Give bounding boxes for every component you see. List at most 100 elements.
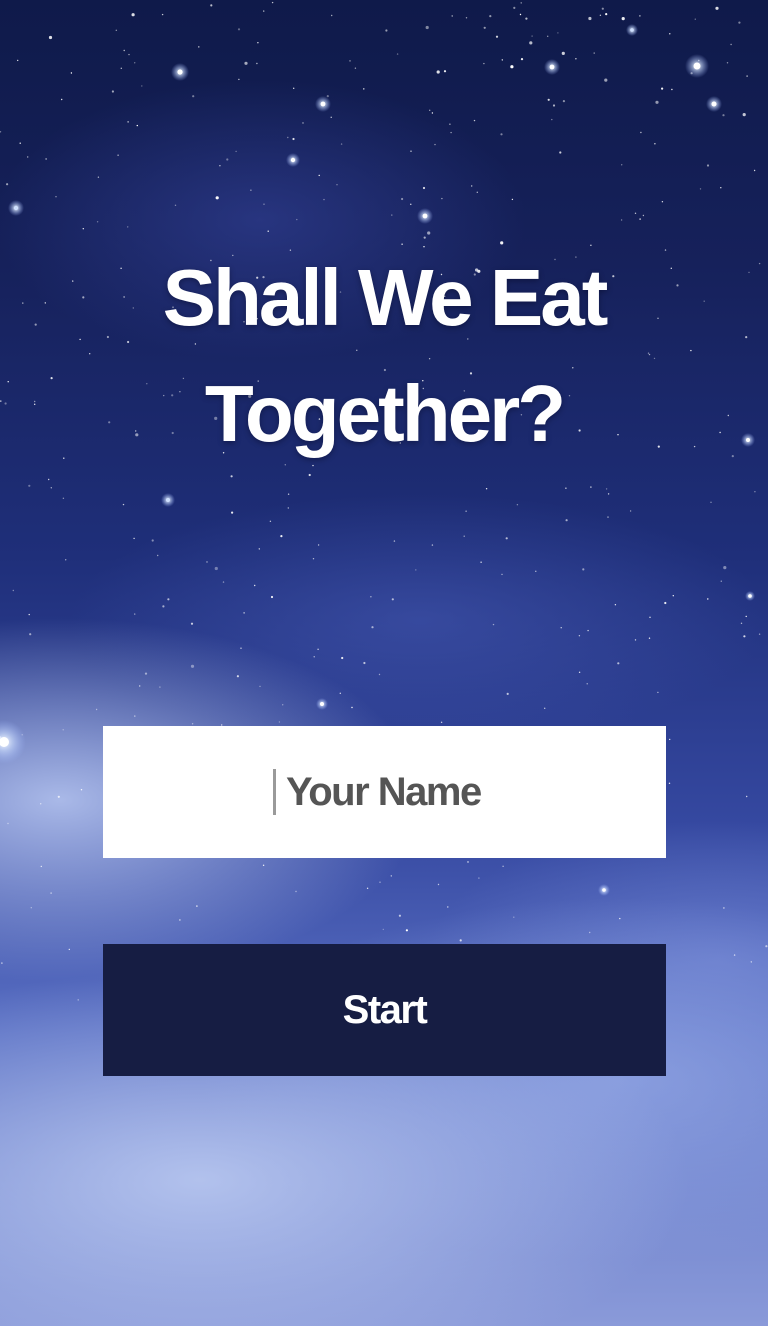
star (292, 137, 295, 141)
star (441, 197, 443, 200)
star (302, 122, 304, 124)
star (434, 143, 436, 146)
star (710, 501, 712, 503)
star (605, 13, 608, 16)
title-line-2: Together? (204, 369, 566, 458)
star (639, 218, 641, 220)
star (55, 196, 57, 198)
star (440, 721, 443, 723)
star (758, 633, 761, 635)
star (134, 613, 136, 615)
star (621, 164, 623, 166)
star (128, 53, 130, 56)
star (57, 795, 60, 798)
star (639, 15, 641, 17)
star (765, 945, 768, 948)
star (707, 598, 709, 600)
star (287, 507, 289, 509)
star (27, 156, 29, 158)
star (634, 212, 637, 214)
star (559, 151, 562, 154)
star (68, 948, 71, 951)
star (379, 881, 381, 883)
page-title: Shall We Eat Together? (0, 240, 768, 472)
star (431, 544, 434, 546)
star (238, 78, 240, 81)
star (29, 633, 32, 636)
text-cursor (273, 769, 276, 815)
star (742, 113, 746, 117)
star (669, 33, 671, 35)
star (271, 1, 274, 4)
star (588, 16, 592, 21)
star (473, 119, 476, 122)
star (226, 158, 229, 161)
star (398, 914, 401, 917)
star (513, 6, 516, 9)
star (390, 875, 392, 877)
star (661, 201, 664, 203)
star (159, 686, 161, 688)
star (65, 559, 67, 561)
star (485, 488, 488, 490)
star (161, 13, 164, 16)
star (263, 203, 265, 205)
star (483, 62, 485, 65)
name-field[interactable] (103, 726, 666, 858)
star (396, 53, 399, 55)
star (40, 803, 42, 805)
star (562, 100, 566, 103)
star (463, 535, 465, 537)
star (17, 59, 19, 62)
star (139, 685, 141, 687)
star (501, 59, 503, 61)
star (385, 29, 388, 32)
star (519, 13, 522, 16)
star (599, 14, 602, 16)
star (513, 916, 515, 918)
star (371, 626, 374, 629)
star (607, 516, 609, 518)
star (607, 493, 610, 495)
star (295, 890, 297, 893)
star (715, 6, 719, 10)
star (429, 109, 431, 112)
star (134, 62, 136, 64)
star (451, 15, 453, 17)
star (134, 715, 136, 717)
star (330, 116, 332, 119)
star (317, 648, 319, 650)
star (174, 204, 177, 206)
star (287, 136, 289, 139)
star (12, 589, 14, 592)
star (450, 131, 452, 134)
star (97, 176, 100, 178)
star (48, 35, 53, 40)
star (378, 673, 381, 676)
star (745, 615, 747, 618)
star (654, 143, 656, 145)
star (1, 962, 3, 964)
star (45, 158, 47, 160)
star (447, 906, 449, 908)
star (467, 861, 469, 863)
star (391, 214, 393, 216)
star (465, 17, 468, 19)
star (256, 62, 258, 65)
star (480, 561, 482, 563)
star (510, 65, 514, 69)
star (363, 88, 365, 90)
star (495, 35, 499, 38)
star (699, 188, 702, 190)
start-button[interactable]: Start (103, 944, 666, 1076)
star (669, 738, 671, 741)
name-input[interactable] (286, 769, 496, 815)
star (198, 46, 200, 48)
star (740, 622, 743, 624)
star (190, 622, 194, 625)
star (560, 627, 562, 629)
star (649, 616, 651, 618)
star (323, 198, 325, 201)
star (578, 635, 581, 637)
star (664, 601, 667, 605)
